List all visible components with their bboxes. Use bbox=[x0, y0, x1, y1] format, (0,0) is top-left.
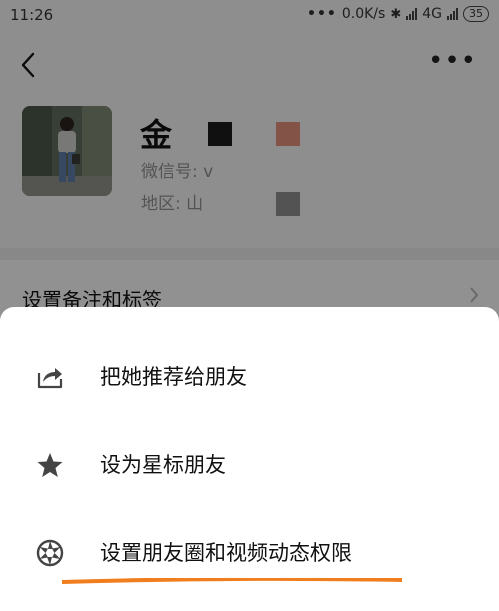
moments-aperture-icon bbox=[36, 539, 64, 567]
highlight-underline bbox=[62, 578, 402, 584]
sheet-item-label: 把她推荐给朋友 bbox=[100, 365, 247, 389]
star-icon bbox=[37, 453, 63, 477]
recommend-to-friend-item[interactable]: 把她推荐给朋友 bbox=[0, 335, 499, 415]
action-sheet: 把她推荐给朋友 设为星标朋友 设置朋友圈和视频动态权限 bbox=[0, 307, 499, 611]
sheet-item-label: 设置朋友圈和视频动态权限 bbox=[100, 541, 352, 565]
share-icon bbox=[37, 368, 63, 389]
star-friend-item[interactable]: 设为星标朋友 bbox=[0, 423, 499, 503]
sheet-item-label: 设为星标朋友 bbox=[100, 453, 226, 477]
